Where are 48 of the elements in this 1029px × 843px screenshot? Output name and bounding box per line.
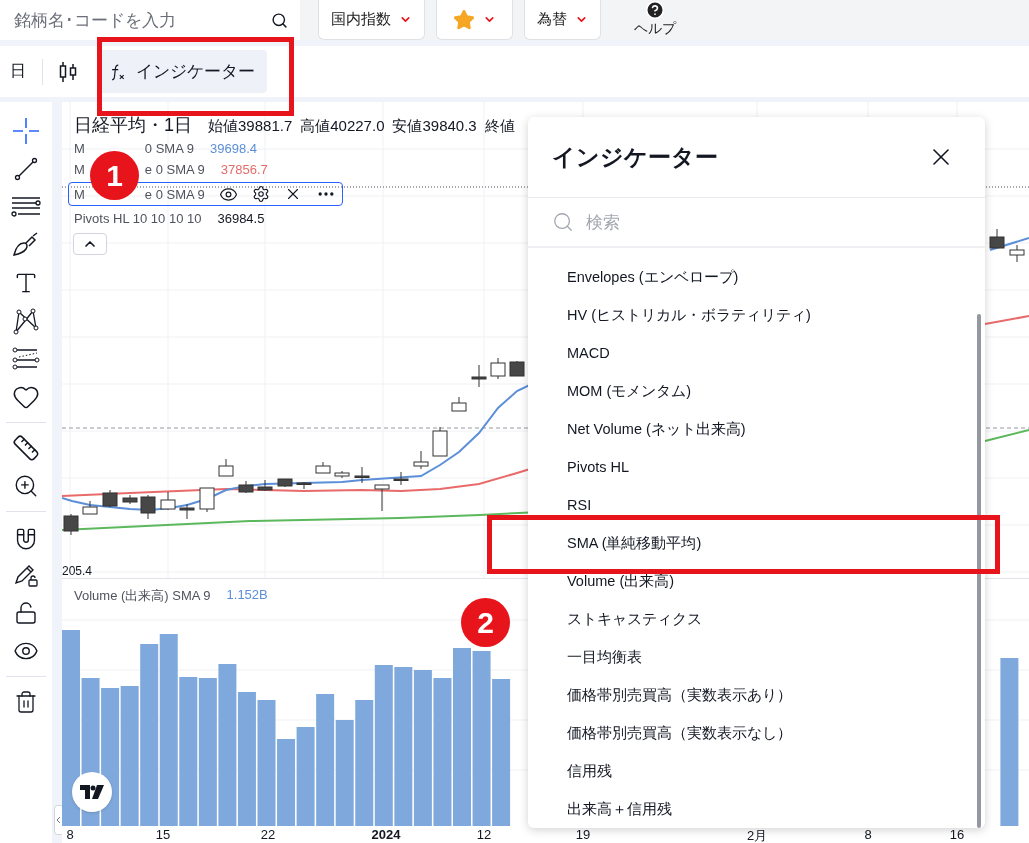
indicator-item[interactable]: MOM (モメンタム) <box>567 381 692 401</box>
indicator-item[interactable]: Envelopes (エンベロープ) <box>567 267 739 287</box>
indicator-value: 39698.4 <box>210 141 257 156</box>
ohlc-value: 始値39881.7 <box>208 117 293 136</box>
indicator-item[interactable]: Volume (出来高) <box>567 571 675 591</box>
indicator-name: M <box>74 141 85 156</box>
indicator-item[interactable]: HV (ヒストリカル・ボラティリティ) <box>567 305 811 325</box>
ohlc-value: 高値40227.0 <box>300 117 385 136</box>
help-button[interactable]: ヘルプ <box>630 0 680 40</box>
indicator-value: 37856.7 <box>220 162 268 177</box>
indicator-item[interactable]: Pivots HL <box>567 459 630 475</box>
time-axis-label: 16 <box>949 827 965 842</box>
indicator-item[interactable]: MACD <box>567 345 610 361</box>
indicator-name: M <box>74 162 85 177</box>
time-axis-label: 22 <box>260 827 276 842</box>
indicator-params: 0 SMA 9 <box>144 141 194 156</box>
indicator-item[interactable]: ストキャスティクス <box>567 609 702 629</box>
volume-legend-value: 1.152B <box>226 587 268 604</box>
indicator-item[interactable]: SMA (単純移動平均) <box>567 533 702 553</box>
menu-dropdown[interactable]: 国内指数 <box>318 0 425 40</box>
indicator-params: e 0 SMA 9 <box>144 162 205 177</box>
indicator-item[interactable]: Net Volume (ネット出来高) <box>567 419 746 439</box>
indicator-name: Pivots HL 10 10 10 10 <box>74 211 202 226</box>
time-axis-label: 2月 <box>746 827 768 843</box>
time-axis-label: 8 <box>66 827 74 842</box>
indicator-item[interactable]: 出来高＋信用残 <box>567 799 672 819</box>
indicator-name: M <box>74 186 85 202</box>
indicator-item[interactable]: 一目均衡表 <box>567 647 642 667</box>
volume-legend-label: Volume (出来高) SMA 9 <box>74 587 211 605</box>
indicator-item[interactable]: 価格帯別売買高（実数表示なし） <box>567 723 792 743</box>
indicator-value: 36984.5 <box>217 211 265 226</box>
indicator-params: e 0 SMA 9 <box>144 186 205 202</box>
chart-title: 日経平均・1日 <box>74 114 192 137</box>
price-label: 205.4 <box>62 564 93 578</box>
ohlc-value: 終値 <box>484 117 515 136</box>
time-axis-label: 8 <box>864 827 872 842</box>
time-axis-label: 19 <box>575 827 591 842</box>
time-axis-label: 2024 <box>371 827 401 842</box>
time-axis-label: 12 <box>476 827 492 842</box>
indicator-item[interactable]: 価格帯別売買高（実数表示あり） <box>567 685 792 705</box>
indicator-item[interactable]: 信用残 <box>567 761 612 781</box>
dialog-title: インジケーター <box>552 142 718 172</box>
search-field[interactable]: 銘柄名･コードを入力 <box>0 0 300 40</box>
indicator-item[interactable]: RSI <box>567 497 592 513</box>
ohlc-value: 安値39840.3 <box>392 117 477 136</box>
time-axis-label: 15 <box>155 827 171 842</box>
menu-dropdown[interactable]: 為替 <box>524 0 601 40</box>
interval-button[interactable]: 日 <box>0 61 26 82</box>
